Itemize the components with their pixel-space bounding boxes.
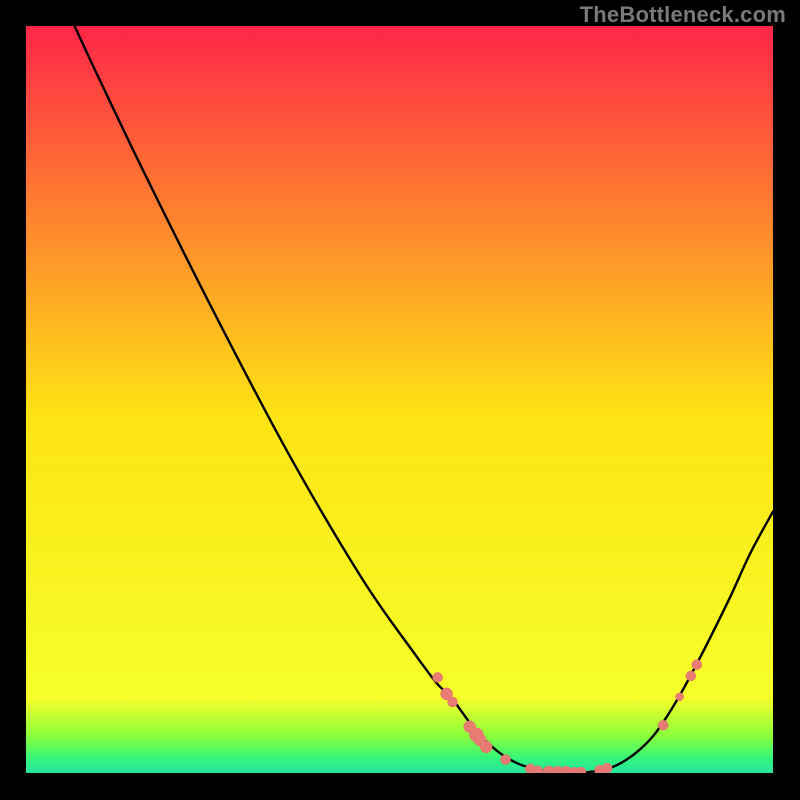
data-marker xyxy=(686,671,696,681)
data-marker xyxy=(480,741,492,753)
data-marker xyxy=(676,693,684,701)
data-marker xyxy=(658,720,668,730)
bottleneck-chart xyxy=(26,26,773,773)
data-marker xyxy=(448,697,458,707)
gradient-background xyxy=(26,26,773,773)
data-marker xyxy=(692,660,702,670)
data-marker xyxy=(602,763,612,773)
watermark-text: TheBottleneck.com xyxy=(580,2,786,28)
data-marker xyxy=(433,672,443,682)
data-marker xyxy=(501,755,511,765)
chart-frame: TheBottleneck.com xyxy=(0,0,800,800)
